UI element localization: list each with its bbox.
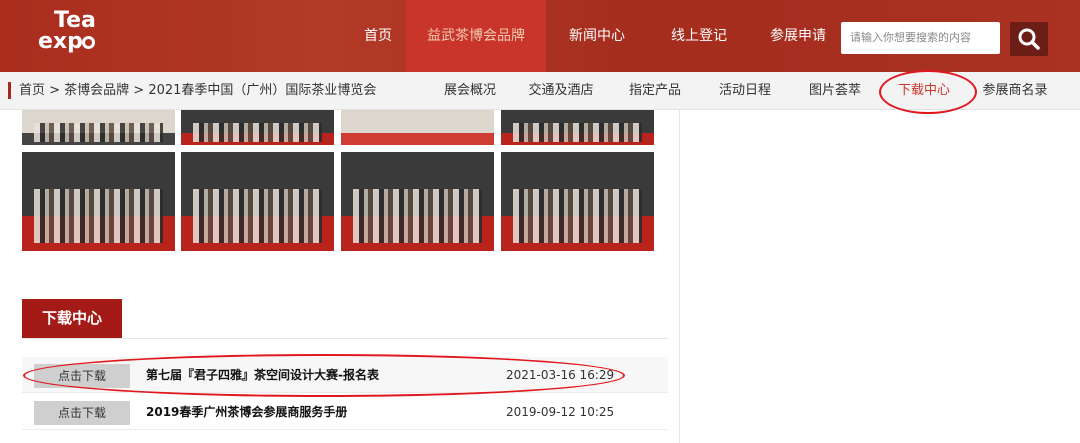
nav-news[interactable]: 新闻中心 [546,0,648,72]
logo-o-ring [81,36,95,49]
subnav-traffic[interactable]: 交通及酒店 [513,72,609,110]
download-date: 2019-09-12 10:25 [506,405,615,419]
highlight-circle-download-row [23,354,625,397]
subnav-overview[interactable]: 展会概况 [427,72,513,110]
nav-home[interactable]: 首页 [340,0,406,72]
search-icon [1018,28,1040,50]
download-row: 点击下载 2019春季广州茶博会参展商服务手册 2019-09-12 10:25 [22,394,668,430]
breadcrumb-marker [8,82,11,99]
download-title-rule [22,338,668,339]
subnav-gallery[interactable]: 图片荟萃 [789,72,881,110]
breadcrumb[interactable]: 首页 > 茶博会品牌 > 2021春季中国（广州）国际茶业博览会 [19,72,376,110]
download-center-title: 下载中心 [22,299,122,338]
gallery-photo[interactable] [181,152,334,251]
gallery-photo[interactable] [341,152,494,251]
download-button[interactable]: 点击下载 [34,401,130,425]
subnav-exhibitors[interactable]: 参展商名录 [967,72,1063,110]
tea-expo-logo[interactable]: Tea exp [38,10,110,53]
highlight-circle-download-nav [879,70,977,114]
nav-apply[interactable]: 参展申请 [750,0,846,72]
search-button[interactable] [1010,22,1048,56]
gallery-photo[interactable] [501,110,654,145]
top-header: Tea exp 首页 益武茶博会品牌 新闻中心 线上登记 参展申请 请输入你想要… [0,0,1080,72]
gallery-photo[interactable] [341,110,494,145]
content-divider [679,110,680,443]
gallery-photo[interactable] [22,110,175,145]
search-input[interactable]: 请输入你想要搜索的内容 [841,22,1000,54]
download-file-name[interactable]: 2019春季广州茶博会参展商服务手册 [146,394,347,430]
nav-brand[interactable]: 益武茶博会品牌 [406,0,546,72]
subnav-schedule[interactable]: 活动日程 [701,72,789,110]
gallery-photo[interactable] [181,110,334,145]
nav-register[interactable]: 线上登记 [648,0,750,72]
gallery-photo[interactable] [22,152,175,251]
gallery-photo[interactable] [501,152,654,251]
subnav-products[interactable]: 指定产品 [609,72,701,110]
main-nav: 首页 益武茶博会品牌 新闻中心 线上登记 参展申请 [340,0,846,72]
